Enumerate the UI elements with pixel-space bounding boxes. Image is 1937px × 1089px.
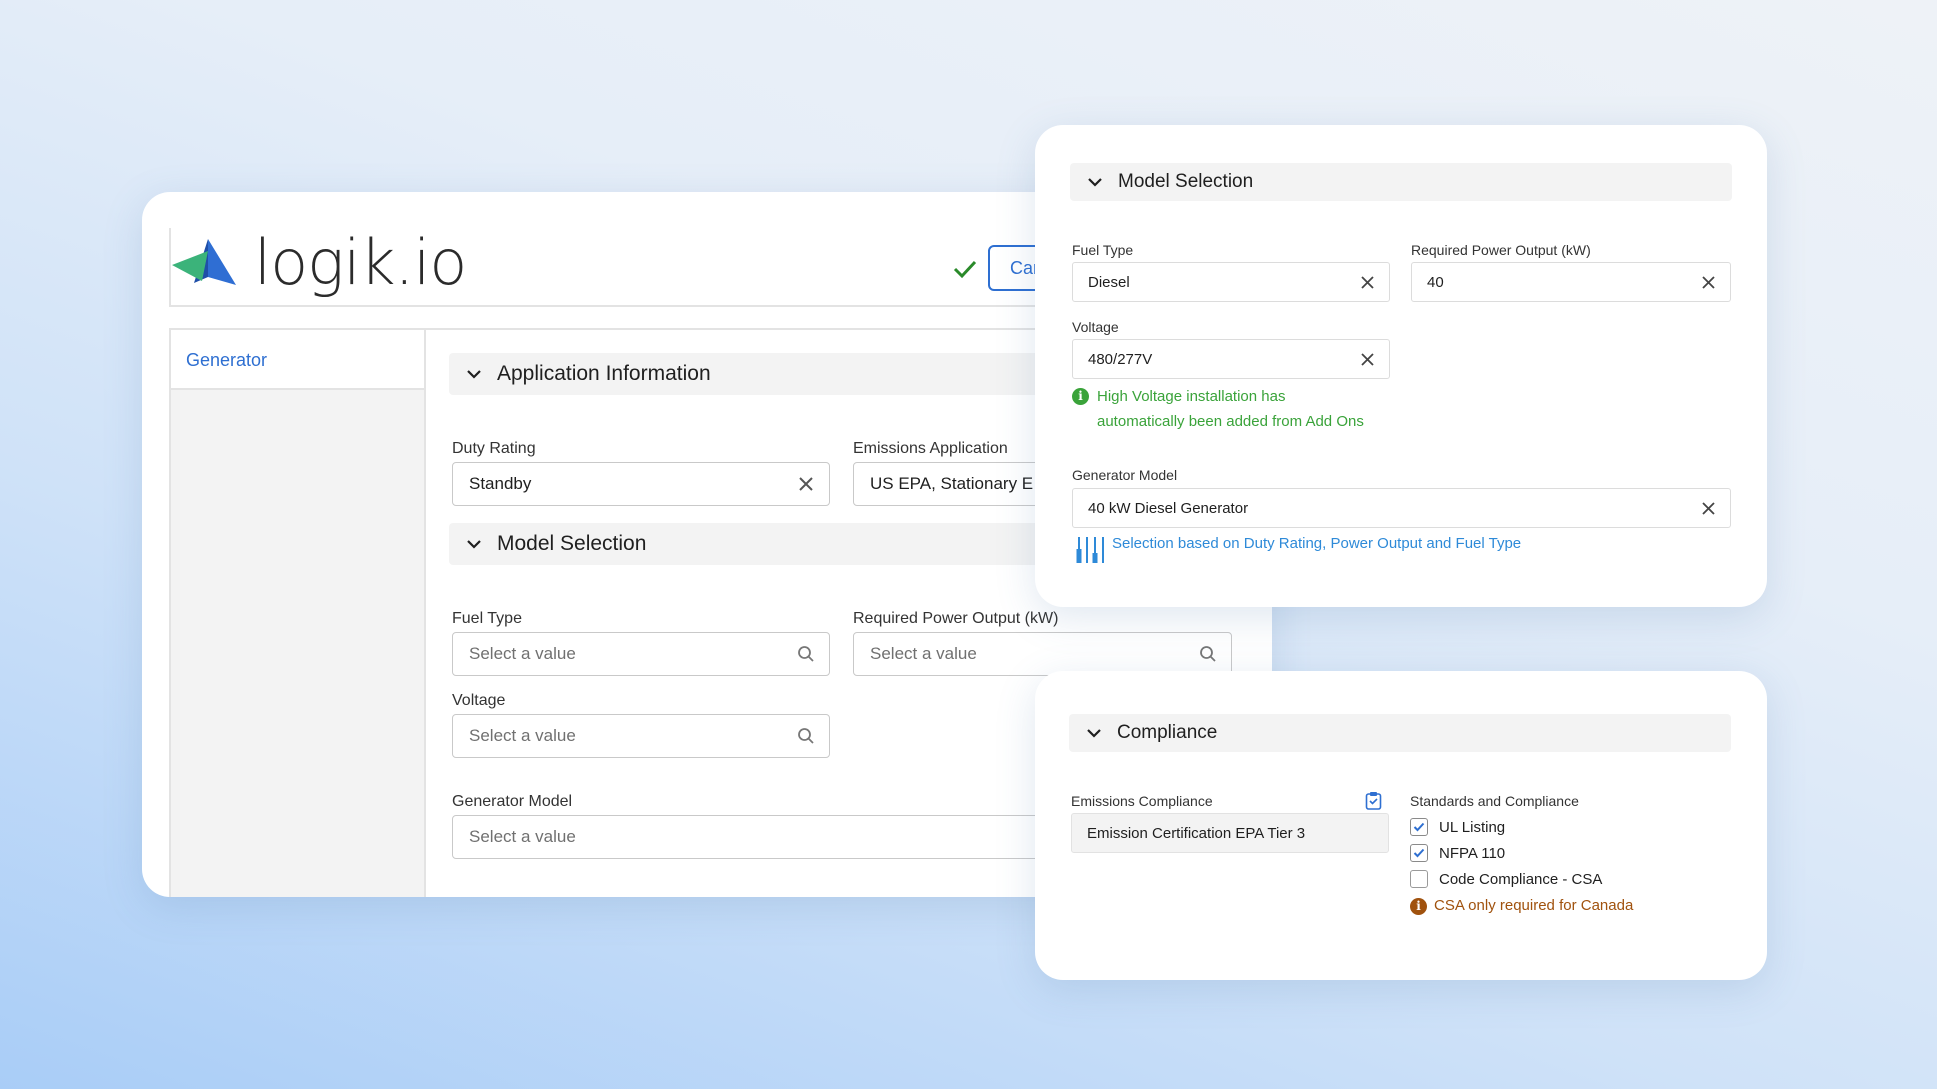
- brand-name: logik.io: [254, 226, 467, 299]
- generator-model-field[interactable]: 40 kW Diesel Generator: [1072, 488, 1731, 528]
- clear-icon[interactable]: [1360, 275, 1375, 290]
- fuel-type-label: Fuel Type: [452, 610, 522, 627]
- voltage-value: 480/277V: [1088, 350, 1153, 368]
- info-icon: i: [1410, 898, 1427, 915]
- power-output-field[interactable]: 40: [1411, 262, 1731, 302]
- check-icon: [1413, 848, 1425, 858]
- clear-icon[interactable]: [1701, 501, 1716, 516]
- standards-label: Standards and Compliance: [1410, 793, 1579, 809]
- voltage-input[interactable]: Select a value: [452, 714, 830, 758]
- checkbox-unchecked[interactable]: [1410, 870, 1428, 888]
- section-model-selection[interactable]: Model Selection: [1070, 163, 1732, 201]
- compliance-card: Compliance Emissions Compliance Emission…: [1035, 671, 1767, 980]
- voltage-field[interactable]: 480/277V: [1072, 339, 1390, 379]
- sidebar-item-label: Generator: [186, 350, 268, 370]
- section-title: Compliance: [1117, 722, 1218, 743]
- duty-rating-field[interactable]: Standby: [452, 462, 830, 506]
- search-icon: [1200, 646, 1216, 662]
- clipboard-icon[interactable]: [1365, 791, 1382, 810]
- section-title: Application Information: [497, 362, 711, 385]
- fuel-type-value: Diesel: [1088, 273, 1130, 291]
- section-compliance[interactable]: Compliance: [1069, 714, 1731, 752]
- model-selection-card: Model Selection Fuel Type Diesel Require…: [1035, 125, 1767, 607]
- duty-rating-label: Duty Rating: [452, 440, 536, 457]
- checkbox-label: Code Compliance - CSA: [1439, 870, 1603, 888]
- voltage-message-line1: High Voltage installation has: [1097, 388, 1286, 405]
- clear-icon[interactable]: [797, 475, 815, 493]
- power-output-label: Required Power Output (kW): [1411, 242, 1591, 258]
- emissions-application-value: US EPA, Stationary E: [870, 474, 1034, 493]
- chevron-down-icon: [1088, 178, 1102, 187]
- fuel-type-input[interactable]: Select a value: [452, 632, 830, 676]
- fuel-type-field[interactable]: Diesel: [1072, 262, 1390, 302]
- voltage-placeholder: Select a value: [469, 726, 576, 745]
- voltage-label: Voltage: [452, 692, 506, 709]
- logik-logo-icon: [172, 239, 236, 285]
- emissions-application-label: Emissions Application: [853, 440, 1008, 457]
- voltage-message: High Voltage installation has automatica…: [1097, 384, 1364, 434]
- sidebar: Generator: [169, 328, 426, 897]
- power-output-input[interactable]: Select a value: [853, 632, 1232, 676]
- ul-listing-checkbox[interactable]: UL Listing: [1410, 818, 1505, 836]
- section-title: Model Selection: [497, 532, 647, 555]
- generator-model-label: Generator Model: [1072, 467, 1178, 483]
- clear-icon[interactable]: [1701, 275, 1716, 290]
- checkbox-checked[interactable]: [1410, 818, 1428, 836]
- check-icon: [1413, 822, 1425, 832]
- emissions-compliance-label: Emissions Compliance: [1071, 793, 1213, 809]
- generator-model-value: 40 kW Diesel Generator: [1088, 499, 1249, 517]
- clear-icon[interactable]: [1360, 352, 1375, 367]
- checkbox-label: NFPA 110: [1439, 844, 1506, 862]
- power-output-label: Required Power Output (kW): [853, 610, 1059, 627]
- generator-model-label: Generator Model: [452, 793, 573, 810]
- voltage-message-line2: automatically been added from Add Ons: [1097, 413, 1364, 430]
- fuel-type-label: Fuel Type: [1072, 242, 1134, 258]
- emissions-compliance-field: Emission Certification EPA Tier 3: [1071, 813, 1389, 853]
- chevron-down-icon: [467, 540, 481, 549]
- search-icon: [798, 728, 814, 744]
- check-icon: [953, 260, 977, 279]
- csa-note: CSA only required for Canada: [1434, 897, 1634, 914]
- chevron-down-icon: [467, 370, 481, 379]
- sidebar-body: [171, 390, 424, 897]
- code-compliance-csa-checkbox[interactable]: Code Compliance - CSA: [1410, 870, 1602, 888]
- sliders-icon: [1076, 537, 1104, 563]
- info-icon: i: [1072, 388, 1089, 405]
- emissions-compliance-value: Emission Certification EPA Tier 3: [1087, 824, 1306, 842]
- duty-rating-value: Standby: [469, 474, 532, 493]
- voltage-label: Voltage: [1072, 319, 1119, 335]
- sidebar-item-generator[interactable]: Generator: [171, 330, 424, 390]
- checkbox-label: UL Listing: [1439, 818, 1506, 836]
- section-title: Model Selection: [1118, 171, 1254, 192]
- fuel-type-placeholder: Select a value: [469, 644, 576, 663]
- checkbox-checked[interactable]: [1410, 844, 1428, 862]
- selection-note: Selection based on Duty Rating, Power Ou…: [1112, 535, 1522, 552]
- search-icon: [798, 646, 814, 662]
- power-output-placeholder: Select a value: [870, 644, 977, 663]
- power-output-value: 40: [1427, 273, 1444, 291]
- nfpa-110-checkbox[interactable]: NFPA 110: [1410, 844, 1505, 862]
- chevron-down-icon: [1087, 729, 1101, 738]
- generator-model-placeholder: Select a value: [469, 827, 576, 846]
